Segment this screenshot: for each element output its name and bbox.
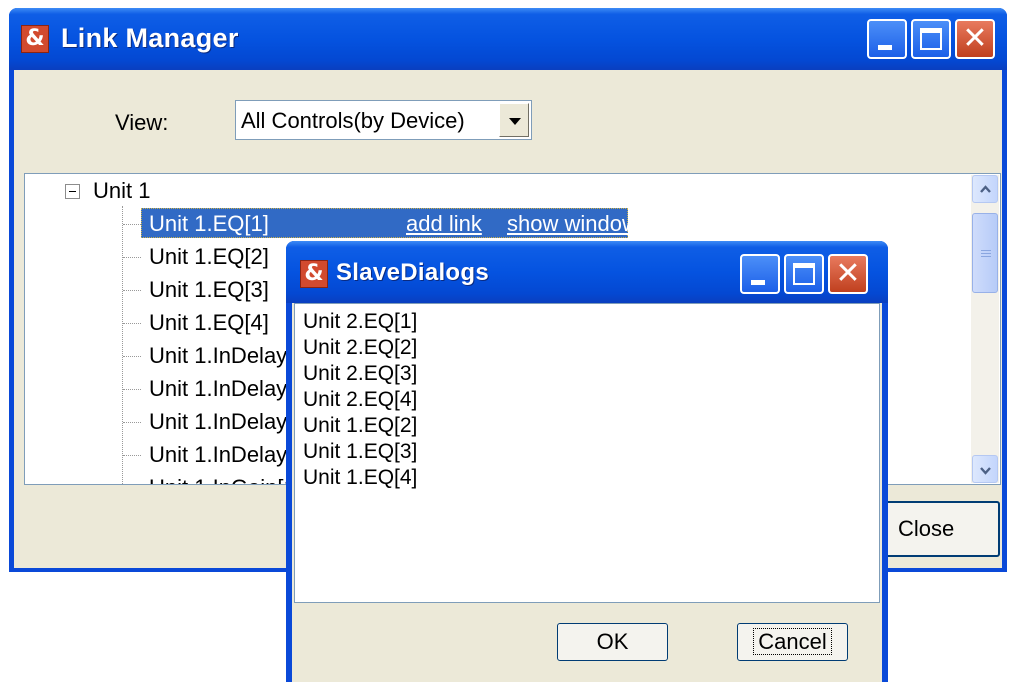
- show-window-link[interactable]: show window: [507, 211, 638, 237]
- tree-item-label: Unit 1.EQ[1]: [149, 211, 269, 236]
- tree-branch: [123, 455, 141, 456]
- list-item[interactable]: Unit 2.EQ[4]: [303, 388, 417, 412]
- tree-item-label: Unit 1.EQ[2]: [149, 244, 269, 269]
- list-item[interactable]: Unit 2.EQ[2]: [303, 336, 417, 360]
- close-icon: ✕: [962, 21, 988, 56]
- ok-button[interactable]: OK: [557, 623, 668, 661]
- tree-branch: [123, 389, 141, 390]
- grip-line: [981, 256, 991, 257]
- list-item[interactable]: Unit 1.EQ[2]: [303, 414, 417, 438]
- vertical-scrollbar[interactable]: [971, 175, 999, 483]
- tree-item[interactable]: Unit 1.EQ[1] add link show window: [123, 208, 1000, 240]
- tree-branch: [123, 257, 141, 258]
- minimize-button[interactable]: [867, 19, 907, 59]
- minimize-icon: [878, 45, 892, 50]
- cancel-button[interactable]: Cancel: [737, 623, 848, 661]
- add-link-link[interactable]: add link: [406, 211, 482, 237]
- tree-item-label: Unit 1.InDelay: [149, 442, 288, 467]
- chevron-down-icon: [980, 467, 991, 475]
- grip-line: [981, 253, 991, 254]
- tree-item-label: Unit 1.InDelay: [149, 409, 288, 434]
- tree-branch: [123, 323, 141, 324]
- list-item[interactable]: Unit 1.EQ[3]: [303, 440, 417, 464]
- maximize-button[interactable]: [911, 19, 951, 59]
- list-item[interactable]: Unit 1.EQ[4]: [303, 466, 417, 490]
- grip-line: [981, 250, 991, 251]
- tree-item-label: Unit 1.EQ[3]: [149, 277, 269, 302]
- cancel-button-label: Cancel: [753, 628, 832, 655]
- tree-item-label: Unit 1.EQ[4]: [149, 310, 269, 335]
- view-label: View:: [115, 110, 169, 135]
- close-icon: ✕: [835, 256, 861, 291]
- tree-node-label: Unit 1: [93, 178, 151, 203]
- close-dialog-button[interactable]: ✕: [828, 254, 868, 294]
- tree-branch: [123, 224, 141, 225]
- tree-item-label: Unit 1.InGain[1: [145, 474, 300, 484]
- window-title: Link Manager: [61, 23, 239, 53]
- tree-item-label: Unit 1.InDelay: [149, 376, 288, 401]
- tree-branch: [123, 356, 141, 357]
- maximize-icon: [920, 28, 942, 50]
- close-button[interactable]: Close: [882, 501, 1000, 557]
- app-icon: &: [21, 25, 49, 53]
- slave-dialogs-window: & SlaveDialogs ✕ Unit 2.EQ[1] Unit 2.EQ[…: [286, 241, 888, 682]
- minimize-button[interactable]: [740, 254, 780, 294]
- maximize-button[interactable]: [784, 254, 824, 294]
- close-window-button[interactable]: ✕: [955, 19, 995, 59]
- tree-item-label: Unit 1.InDelay: [149, 343, 288, 368]
- scroll-down-button[interactable]: [972, 455, 998, 483]
- scrollbar-thumb[interactable]: [972, 213, 998, 293]
- view-select[interactable]: All Controls(by Device): [235, 100, 532, 140]
- chevron-up-icon: [980, 185, 991, 193]
- slave-dialogs-client: Unit 2.EQ[1] Unit 2.EQ[2] Unit 2.EQ[3] U…: [292, 303, 882, 682]
- dialog-title: SlaveDialogs: [336, 259, 490, 286]
- maximize-icon: [793, 263, 815, 285]
- ok-button-label: OK: [596, 629, 629, 654]
- app-icon: &: [300, 260, 328, 288]
- collapse-icon[interactable]: [65, 184, 80, 199]
- tree-branch: [123, 290, 141, 291]
- list-item[interactable]: Unit 2.EQ[3]: [303, 362, 417, 386]
- dropdown-arrow-icon[interactable]: [499, 103, 529, 137]
- tree-branch: [123, 422, 141, 423]
- view-select-value: All Controls(by Device): [241, 108, 465, 133]
- close-button-label: Close: [898, 516, 955, 541]
- scroll-up-button[interactable]: [972, 175, 998, 203]
- minimize-icon: [751, 280, 765, 285]
- slave-list[interactable]: Unit 2.EQ[1] Unit 2.EQ[2] Unit 2.EQ[3] U…: [294, 303, 880, 603]
- slave-dialogs-titlebar[interactable]: & SlaveDialogs ✕: [286, 241, 888, 303]
- list-item[interactable]: Unit 2.EQ[1]: [303, 310, 417, 334]
- link-manager-titlebar[interactable]: & Link Manager ✕: [9, 8, 1007, 70]
